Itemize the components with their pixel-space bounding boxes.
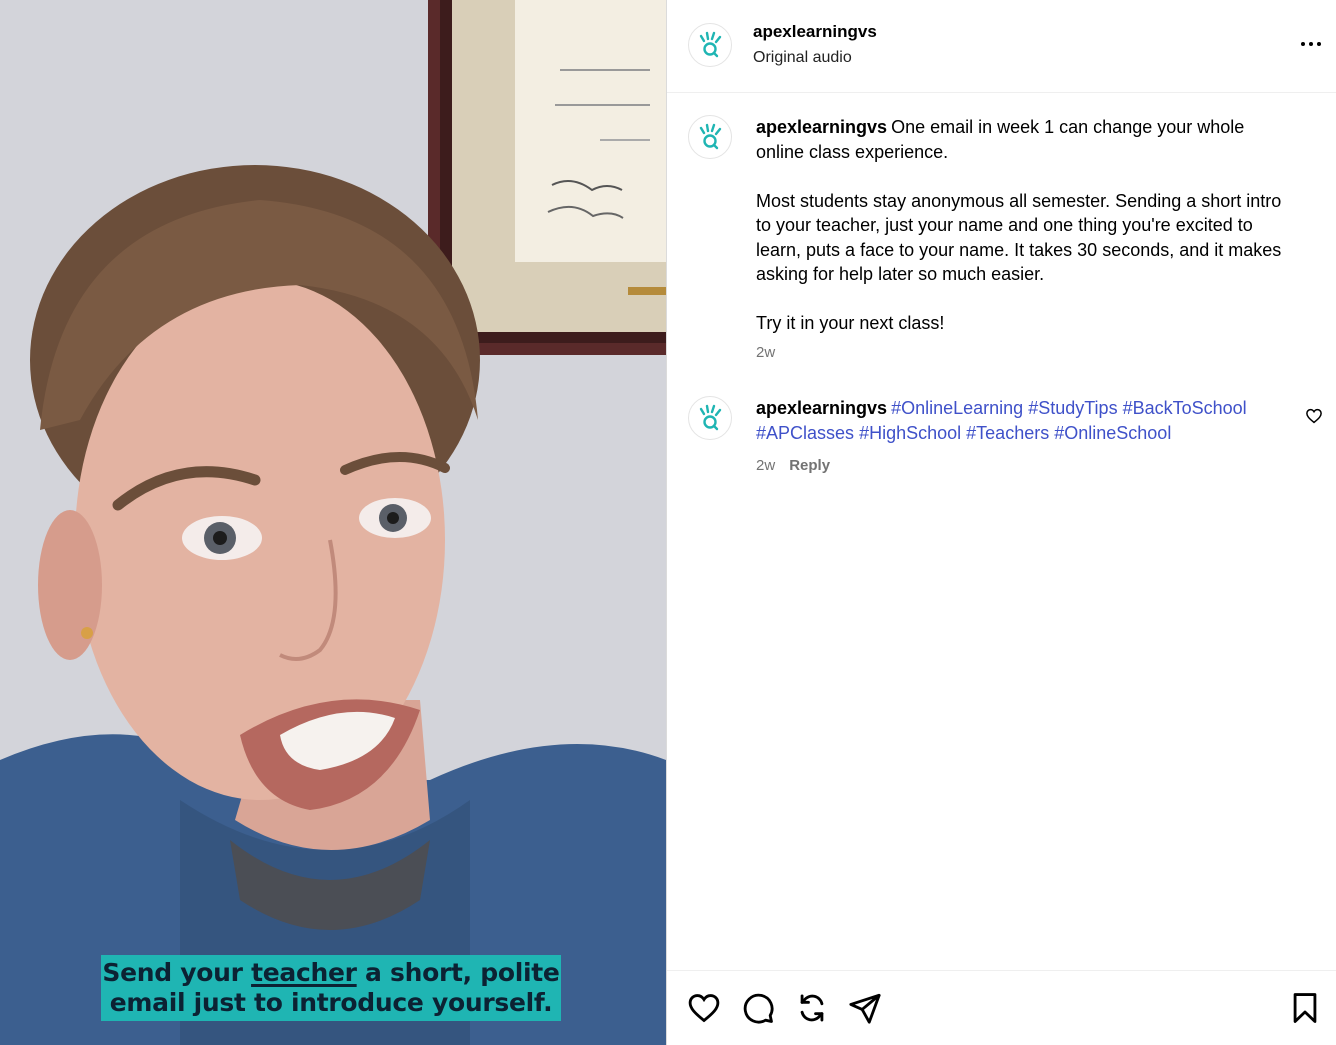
action-bar [667, 970, 1336, 1045]
apex-learning-logo-icon [699, 404, 722, 431]
hashtag-link[interactable]: #OnlineLearning [891, 398, 1023, 418]
caption-body: apexlearningvs One email in week 1 can ch… [756, 115, 1286, 336]
avatar[interactable] [688, 23, 732, 67]
comment-icon[interactable] [741, 991, 775, 1025]
video-caption: Send your teacher a short, polite email … [101, 955, 561, 1021]
video-frame-illustration [0, 0, 666, 1045]
heart-icon[interactable] [687, 991, 721, 1025]
hashtag-link[interactable]: #BackToSchool [1123, 398, 1247, 418]
apex-learning-logo-icon [699, 31, 722, 58]
share-icon[interactable] [848, 991, 882, 1025]
post-panel: apexlearningvs Original audio apexlearni… [667, 0, 1336, 1045]
comment-username[interactable]: apexlearningvs [756, 398, 887, 418]
hashtag-body: apexlearningvs #OnlineLearning #StudyTips… [756, 396, 1286, 445]
caption-timestamp[interactable]: 2w [756, 344, 775, 361]
reply-button[interactable]: Reply [789, 457, 830, 474]
hashtag-link[interactable]: #OnlineSchool [1054, 423, 1171, 443]
heart-outline-icon[interactable] [1305, 407, 1323, 425]
hashtag-link[interactable]: #Teachers [966, 423, 1049, 443]
caption-username[interactable]: apexlearningvs [756, 117, 887, 137]
audio-label[interactable]: Original audio [753, 49, 852, 67]
repost-icon[interactable] [795, 991, 829, 1025]
caption-text: One email in week 1 can change your whol… [756, 117, 1282, 333]
hashtag-link[interactable]: #HighSchool [859, 423, 961, 443]
comment-timestamp[interactable]: 2w [756, 457, 775, 474]
hashtag-link[interactable]: #StudyTips [1028, 398, 1117, 418]
avatar[interactable] [688, 396, 732, 440]
hashtag-link[interactable]: #APClasses [756, 423, 854, 443]
caption-text-before: Send your [102, 958, 252, 987]
avatar[interactable] [688, 115, 732, 159]
apex-learning-logo-icon [699, 123, 722, 150]
comment-meta: 2w Reply [756, 457, 830, 474]
more-options-icon[interactable] [1296, 32, 1326, 56]
caption-text-underlined: teacher [251, 958, 357, 987]
save-bookmark-icon[interactable] [1288, 991, 1322, 1025]
reel-video[interactable]: Send your teacher a short, polite email … [0, 0, 666, 1045]
header-username[interactable]: apexlearningvs [753, 22, 877, 42]
post-header: apexlearningvs Original audio [667, 0, 1336, 93]
